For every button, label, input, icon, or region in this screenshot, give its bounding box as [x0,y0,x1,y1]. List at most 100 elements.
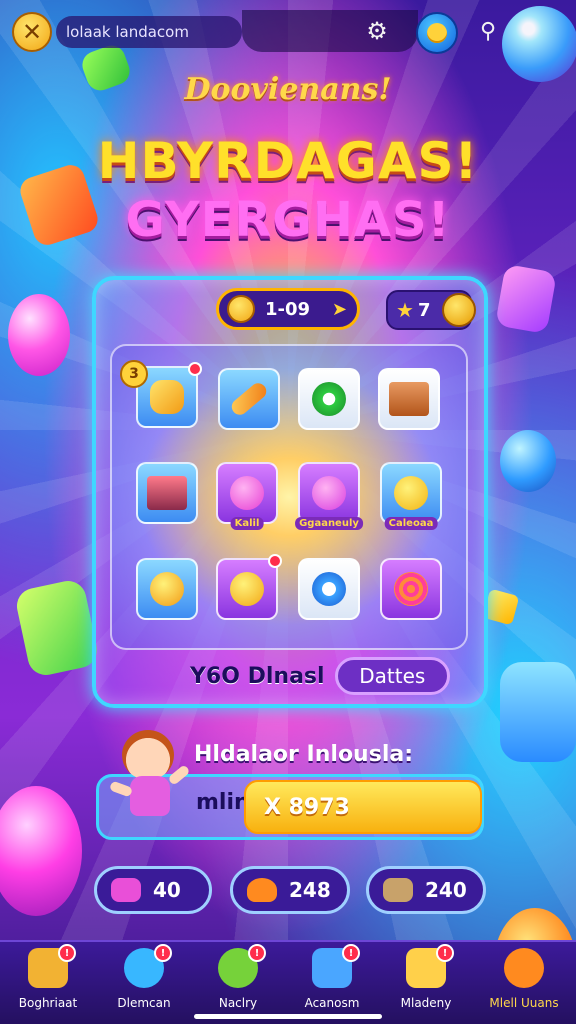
treasure-box-icon [389,382,429,416]
nav-label: Mladeny [400,996,452,1010]
tile-green-donut[interactable] [298,368,360,430]
panel-footer: Y6O Dlnasl Dattes [190,656,450,696]
arrow-right-icon: ➤ [331,298,347,320]
avatar-head [122,730,174,780]
tile-blue-ring[interactable] [298,558,360,620]
home-icon: ! [28,944,76,988]
tile-swirl-candy[interactable] [380,558,442,620]
close-icon: ✕ [21,18,43,46]
resource-fire[interactable]: 248 [230,866,350,914]
bubble-icon [504,948,544,988]
pink-pig-icon [312,476,346,510]
gold-coin-icon [442,293,476,327]
nav-badge: ! [248,944,266,962]
tile-treasure-box[interactable] [378,368,440,430]
location-pin-icon: ⚲ [479,18,497,44]
home-indicator [194,1014,382,1019]
notification-badge [268,554,282,568]
resource-value: 40 [153,878,181,902]
page-subtitle: Doovienans! [184,72,392,107]
daily-button[interactable]: Dattes [334,657,450,695]
blue-fish-decoration [500,430,556,492]
blue-cup-decoration [500,662,576,762]
search-text: lolaak landacom [66,23,189,41]
resource-gift[interactable]: 240 [366,866,486,914]
reward-value: X 8973 [264,794,350,820]
blue-ring-icon [312,572,346,606]
tile-ice-cream[interactable]: 3 [120,360,202,428]
gear-icon: ⚙ [366,17,388,45]
page-title-line-1: HBYRDAGAS! [97,132,479,190]
tile-label: Ggaaneuly [295,517,363,530]
settings-button[interactable]: ⚙ [362,16,392,46]
nav-item-robot[interactable]: ! Acanosm [286,944,378,1020]
star-icon: ★ [396,298,414,322]
nav-label: Boghriaat [18,996,78,1010]
search-field[interactable]: lolaak landacom [56,16,242,48]
nav-label: Naclry [218,996,258,1010]
friends-label: Hldalaor Inlousla: [194,742,414,767]
baguette-icon [228,380,270,418]
candy-icon [111,878,141,902]
avatar-arm [108,780,134,798]
bubble-decoration [502,6,576,82]
tile-pink-pig[interactable]: Ggaaneuly [295,462,363,530]
green-block-decoration [13,577,101,679]
score-value: 1-09 [265,298,311,320]
nav-badge: ! [436,944,454,962]
nav-badge: ! [58,944,76,962]
yellow-cube-decoration [482,588,520,626]
tile-yellow-bear[interactable] [136,558,198,620]
book-stack-icon [147,476,187,510]
swirl-candy-icon [394,572,428,606]
ice-cream-icon [150,380,184,414]
location-button[interactable]: ⚲ [474,16,502,46]
nav-label: Acanosm [304,996,360,1010]
star-icon: ! [124,944,172,988]
nav-item-star[interactable]: ! Dlemcan [98,944,190,1020]
smiley-icon [230,572,264,606]
score-pill[interactable]: 1-09 ➤ [216,288,360,330]
tile-smiley[interactable] [216,554,282,620]
pink-monster-icon [230,476,264,510]
min-label: mlin [196,790,250,815]
purple-balloon-decoration [0,786,82,916]
tile-number-badge: 3 [120,360,148,388]
tile-baguette[interactable] [218,368,280,430]
coin-button[interactable] [416,12,458,54]
robot-icon: ! [312,944,360,988]
resource-value: 248 [289,878,331,902]
nav-item-home[interactable]: ! Boghriaat [2,944,94,1020]
tile-yellow-duck[interactable]: Caleoaa [380,462,442,530]
resource-candy[interactable]: 40 [94,866,212,914]
coin-icon [427,23,447,43]
reward-bar[interactable]: X 8973 [244,780,482,834]
tile-label: Kalil [230,517,264,530]
smiley-coin-icon [227,295,255,323]
nav-label: Dlemcan [117,996,171,1010]
avatar-arm [167,764,191,786]
top-bar: ✕ lolaak landacom ⚙ ⚲ [0,0,576,82]
nav-item-lollipop[interactable]: ! Naclry [192,944,284,1020]
nav-badge: ! [342,944,360,962]
yellow-duck-icon [394,476,428,510]
tile-book-stack[interactable] [136,462,198,524]
nav-label: Mlell Uuans [489,996,559,1010]
fire-icon [247,878,277,902]
music-note-decoration [495,263,557,335]
lollipop-icon: ! [218,944,266,988]
nav-item-bubble[interactable]: Mlell Uuans [478,944,570,1020]
character-avatar [108,730,192,830]
tile-pink-monster[interactable]: Kalil [216,462,278,530]
green-donut-icon [312,382,346,416]
page-title-line-2: GYERGHAS! [125,192,451,248]
resource-value: 240 [425,878,467,902]
close-button[interactable]: ✕ [12,12,52,52]
avatar-body [130,776,170,816]
nav-badge: ! [154,944,172,962]
face-icon: ! [406,944,454,988]
yellow-bear-icon [150,572,184,606]
nav-item-face[interactable]: ! Mladeny [380,944,472,1020]
stars-pill[interactable]: ★ 7 [386,290,476,330]
player-label: Y6O Dlnasl [190,663,325,689]
